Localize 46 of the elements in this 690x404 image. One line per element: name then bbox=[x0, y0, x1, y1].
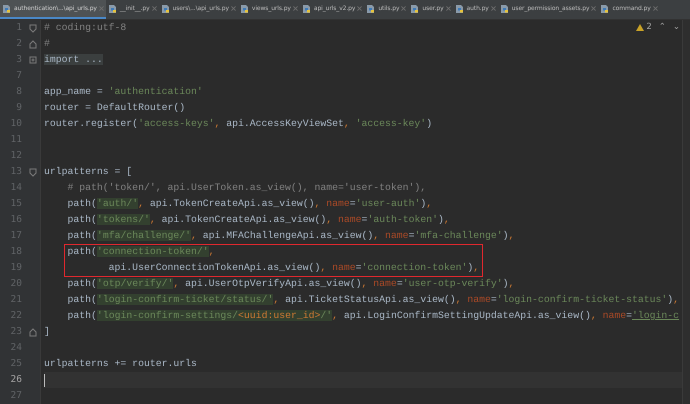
code-line: path('otp/verify/', api.UserOtpVerifyApi.as_view(), name='user-otp-verify'), bbox=[66, 277, 514, 291]
close-icon[interactable] bbox=[152, 6, 157, 11]
code-comment: # path('token/', api.UserToken.as_view(), name='user-token'), bbox=[66, 181, 426, 195]
code-line: api.UserConnectionTokenApi.as_view(), name='connection-token'), bbox=[108, 261, 480, 275]
code-line: path('login-confirm-ticket/status/', api.TicketStatusApi.as_view(), name='login-confirm-ticket-status'), bbox=[66, 293, 680, 307]
python-file-icon bbox=[240, 4, 250, 14]
python-file-icon bbox=[160, 4, 171, 14]
code-comment: # coding:utf-8 bbox=[44, 21, 126, 35]
code-line: path('auth/', api.TokenCreateApi.as_view(), name='user-auth'), bbox=[66, 197, 432, 211]
code-line: path('login-confirm-settings/<uuid:user_id>/', api.LoginConfirmSettingUpdateApi.as_view(), name='login-c bbox=[66, 309, 680, 323]
python-file-icon bbox=[500, 4, 510, 14]
text-cursor bbox=[44, 374, 45, 386]
python-file-icon bbox=[366, 4, 376, 14]
fold-icon[interactable] bbox=[29, 328, 37, 337]
close-icon[interactable] bbox=[230, 6, 236, 11]
close-icon[interactable] bbox=[292, 6, 298, 11]
close-icon[interactable] bbox=[446, 6, 451, 11]
python-file-icon bbox=[2, 4, 12, 14]
close-icon[interactable] bbox=[652, 6, 658, 11]
code-line: app_name = 'authentication' bbox=[44, 85, 203, 99]
python-file-icon bbox=[600, 4, 610, 14]
code-line: router = DefaultRouter() bbox=[44, 101, 186, 115]
close-icon[interactable] bbox=[98, 6, 104, 11]
code-line: urlpatterns = [ bbox=[44, 165, 132, 179]
code-line: urlpatterns += router.urls bbox=[44, 357, 197, 371]
warning-count[interactable]: 2 bbox=[636, 22, 652, 32]
code-line: ] bbox=[44, 325, 50, 339]
warning-icon bbox=[636, 24, 644, 30]
code-comment: # bbox=[44, 37, 50, 51]
python-file-icon bbox=[454, 4, 465, 14]
python-file-icon bbox=[108, 4, 118, 14]
fold-icon[interactable] bbox=[29, 168, 37, 177]
line-number: 26 bbox=[10, 373, 22, 387]
code-line: path('mfa/challenge/', api.MFAChallengeApi.as_view(), name='mfa-challenge'), bbox=[66, 229, 514, 243]
close-icon[interactable] bbox=[357, 6, 362, 11]
code-line: router.register('access-keys', api.AccessKeyViewSet, 'access-key') bbox=[44, 117, 432, 131]
python-file-icon bbox=[410, 4, 420, 14]
code-line: path('tokens/', api.TokenCreateApi.as_view(), name='auth-token'), bbox=[66, 213, 450, 227]
fold-icon[interactable] bbox=[29, 56, 37, 65]
code-line: path('connection-token/', bbox=[66, 245, 215, 259]
previous-highlight-button[interactable]: ⌃ bbox=[658, 22, 666, 32]
next-highlight-button[interactable]: ⌄ bbox=[672, 22, 680, 32]
close-icon[interactable] bbox=[401, 6, 406, 11]
close-icon[interactable] bbox=[591, 6, 596, 11]
python-file-icon bbox=[302, 4, 312, 14]
close-icon[interactable] bbox=[490, 6, 496, 11]
